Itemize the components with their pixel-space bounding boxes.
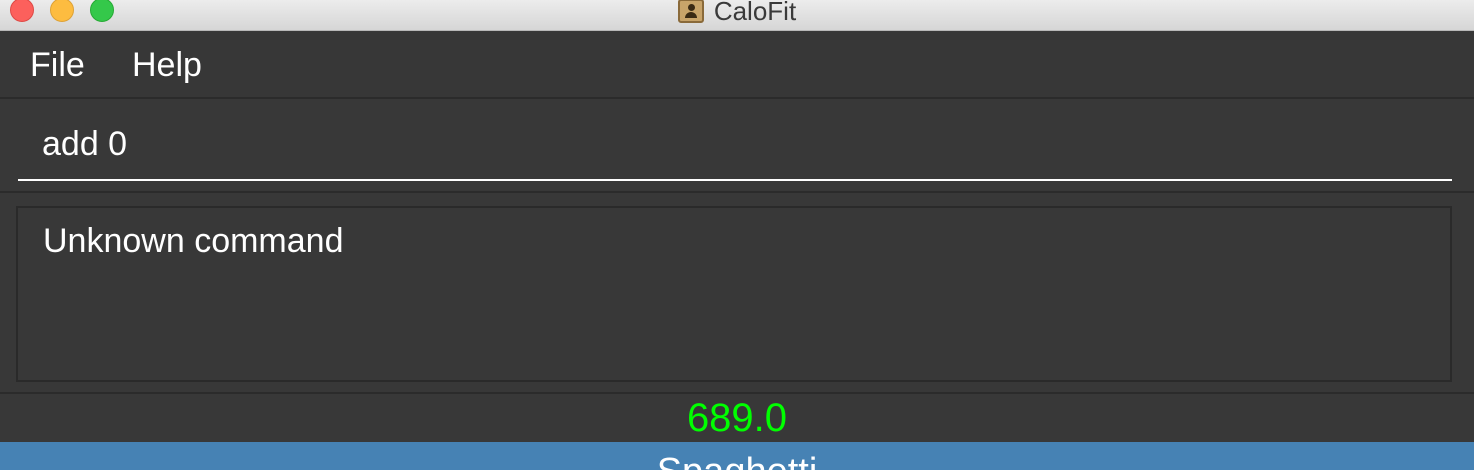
command-box-container [0,101,1474,193]
menu-help[interactable]: Help [132,32,202,99]
window-title-group: CaloFit [0,0,1474,26]
meal-list-item-selected[interactable]: Spaghetti [0,442,1474,470]
app-window: CaloFit File Help Unknown command 689.0 … [0,0,1474,470]
section-divider [0,392,1474,394]
result-message: Unknown command [43,222,344,260]
result-display[interactable]: Unknown command [16,206,1452,382]
menu-bar: File Help [0,32,1474,99]
calorie-value: 689.0 [686,396,788,440]
command-input[interactable] [18,109,1452,181]
window-title: CaloFit [713,0,797,26]
menu-file[interactable]: File [30,32,85,99]
meal-list-item-name: Spaghetti [0,452,1474,470]
contact-card-icon [677,0,704,23]
title-bar[interactable]: CaloFit [0,0,1474,31]
